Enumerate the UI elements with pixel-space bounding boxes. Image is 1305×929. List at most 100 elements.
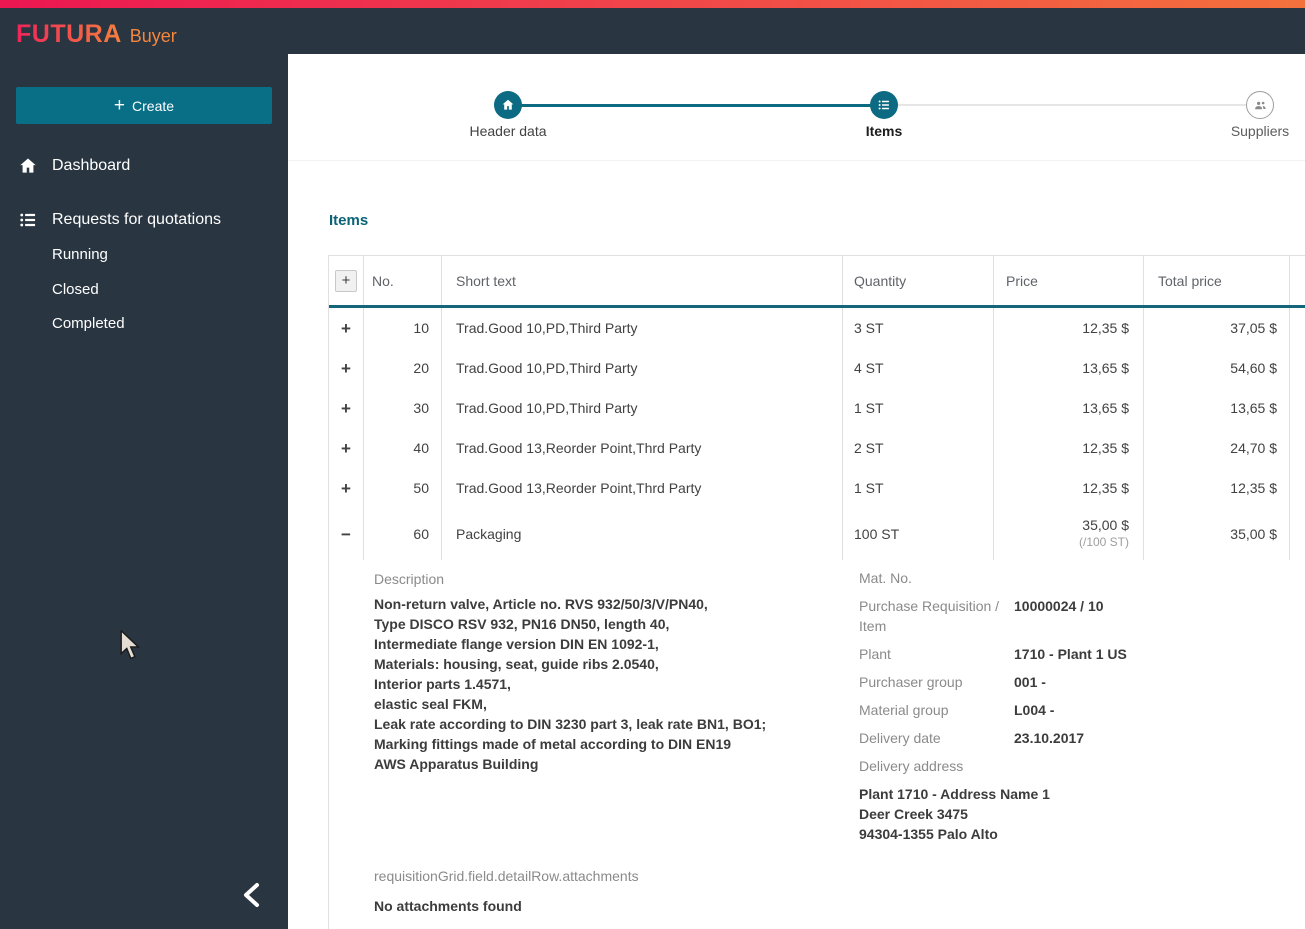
row-expander-cell: + — [329, 468, 364, 508]
column-header-quantity: Quantity — [843, 256, 994, 305]
sidebar-item-dashboard[interactable]: Dashboard — [0, 150, 288, 182]
row-expander-cell: − — [329, 508, 364, 560]
sidebar-collapse-button[interactable] — [236, 880, 268, 912]
expand-row-button[interactable]: + — [341, 480, 351, 497]
home-icon — [18, 156, 38, 176]
sidebar-subitem-closed[interactable]: Closed — [52, 278, 99, 300]
attachments-empty-text: No attachments found — [374, 898, 522, 914]
cell-price: 12,35 $ — [994, 428, 1144, 468]
cell-short-text: Trad.Good 10,PD,Third Party — [442, 348, 843, 388]
items-section-title: Items — [329, 212, 369, 229]
detail-fields: Mat. No. Purchase Requisition / Item 10000… — [859, 568, 1299, 844]
column-header-total-price: Total price — [1144, 256, 1290, 305]
brand-suffix: Buyer — [129, 26, 177, 46]
table-row: −60 Packaging 100 ST 35,00 $ (/100 ST) 35,00 … — [329, 508, 1305, 560]
table-row: +50 Trad.Good 13,Reorder Point,Thrd Party… — [329, 468, 1305, 508]
chevron-left-icon — [240, 882, 264, 912]
cell-quantity: 100 ST — [843, 508, 994, 560]
description-label: Description — [374, 571, 445, 587]
description-line: AWS Apparatus Building — [374, 756, 539, 772]
cell-clipped — [1290, 348, 1305, 388]
expand-row-button[interactable]: + — [341, 320, 351, 337]
main-content: Header data Items Suppliers Items + No. Sh… — [288, 54, 1305, 929]
step-label: Items — [865, 123, 903, 139]
table-row: +30 Trad.Good 10,PD,Third Party 1 ST 13,65 … — [329, 388, 1305, 428]
expand-row-button[interactable]: + — [341, 400, 351, 417]
brand-gradient-strip — [0, 0, 1305, 8]
detail-field-row: Plant 1710 - Plant 1 US — [859, 644, 1299, 664]
cell-quantity: 4 ST — [843, 348, 994, 388]
cell-no: 30 — [364, 388, 442, 428]
cell-total-price: 12,35 $ — [1144, 468, 1290, 508]
sidebar-subitem-running[interactable]: Running — [52, 243, 108, 265]
row-expander-cell: + — [329, 348, 364, 388]
cell-short-text: Packaging — [442, 508, 843, 560]
column-header-clipped — [1290, 256, 1305, 305]
cell-price: 13,65 $ — [994, 348, 1144, 388]
stepper-connector-done — [508, 104, 884, 107]
cell-clipped — [1290, 388, 1305, 428]
delivery-address-line: Plant 1710 - Address Name 1 — [859, 786, 1050, 802]
field-value: 10000024 / 10 — [1014, 598, 1104, 614]
field-value: 23.10.2017 — [1014, 730, 1085, 746]
detail-field-row: Material group L004 - — [859, 700, 1299, 720]
detail-field-row: Purchase Requisition / Item 10000024 / 10 — [859, 596, 1299, 636]
create-button[interactable]: + Create — [16, 87, 272, 124]
field-label: Delivery date — [859, 730, 941, 746]
attachments-label: requisitionGrid.field.detailRow.attachme… — [374, 868, 639, 884]
expand-row-button[interactable]: + — [341, 440, 351, 457]
cell-total-price: 54,60 $ — [1144, 348, 1290, 388]
cell-no: 10 — [364, 308, 442, 348]
sidebar-subitem-completed[interactable]: Completed — [52, 312, 125, 334]
step-circle-items[interactable] — [870, 91, 898, 119]
cell-clipped — [1290, 428, 1305, 468]
sidebar-item-requests-for-quotations[interactable]: Requests for quotations — [0, 204, 288, 236]
list-icon — [18, 210, 38, 230]
cell-total-price: 13,65 $ — [1144, 388, 1290, 428]
cell-quantity: 1 ST — [843, 388, 994, 428]
table-body: +10 Trad.Good 10,PD,Third Party 3 ST 12,35 … — [329, 308, 1305, 560]
cell-clipped — [1290, 308, 1305, 348]
people-icon — [1253, 98, 1268, 113]
step-circle-header-data[interactable] — [494, 91, 522, 119]
detail-field-row: Purchaser group 001 - — [859, 672, 1299, 692]
field-value: 001 - — [1014, 674, 1046, 690]
expand-all-button[interactable]: + — [335, 269, 357, 292]
row-expander-cell: + — [329, 308, 364, 348]
cell-no: 50 — [364, 468, 442, 508]
item-detail-panel: Description Non-return valve, Article no… — [329, 560, 1305, 929]
description-line: Type DISCO RSV 932, PN16 DN50, length 40… — [374, 616, 670, 632]
table-row: +40 Trad.Good 13,Reorder Point,Thrd Party… — [329, 428, 1305, 468]
column-header-price: Price — [994, 256, 1144, 305]
detail-field-row: Delivery address — [859, 756, 1299, 776]
sidebar-item-label: Requests for quotations — [52, 211, 221, 228]
sidebar-item-label: Dashboard — [52, 157, 131, 174]
cell-no: 60 — [364, 508, 442, 560]
description-line: Non-return valve, Article no. RVS 932/50… — [374, 596, 708, 612]
field-value: L004 - — [1014, 702, 1055, 718]
description-line: Leak rate according to DIN 3230 part 3, … — [374, 716, 767, 732]
collapse-row-button[interactable]: − — [341, 526, 351, 543]
stepper-connector-todo — [884, 104, 1260, 106]
row-expander-cell: + — [329, 388, 364, 428]
cell-price: 12,35 $ — [994, 308, 1144, 348]
brand-name: FUTURA — [16, 20, 122, 48]
delivery-address-line: 94304-1355 Palo Alto — [859, 826, 998, 842]
description-line: Intermediate flange version DIN EN 1092-… — [374, 636, 659, 652]
field-label: Plant — [859, 646, 891, 662]
cell-quantity: 2 ST — [843, 428, 994, 468]
description-line: Marking fittings made of metal according… — [374, 736, 732, 752]
list-icon — [877, 98, 891, 112]
price-value: 35,00 $ — [1082, 517, 1129, 533]
cell-price: 35,00 $ (/100 ST) — [994, 508, 1144, 560]
column-header-no: No. — [364, 256, 442, 305]
step-label: Header data — [469, 123, 547, 139]
step-circle-suppliers[interactable] — [1246, 91, 1274, 119]
cell-no: 40 — [364, 428, 442, 468]
delivery-address-block: Plant 1710 - Address Name 1 Deer Creek 34… — [859, 784, 1299, 844]
column-header-short-text: Short text — [442, 256, 843, 305]
cell-clipped — [1290, 468, 1305, 508]
expand-row-button[interactable]: + — [341, 360, 351, 377]
home-icon — [501, 98, 515, 112]
description-text: Non-return valve, Article no. RVS 932/50… — [374, 594, 844, 774]
